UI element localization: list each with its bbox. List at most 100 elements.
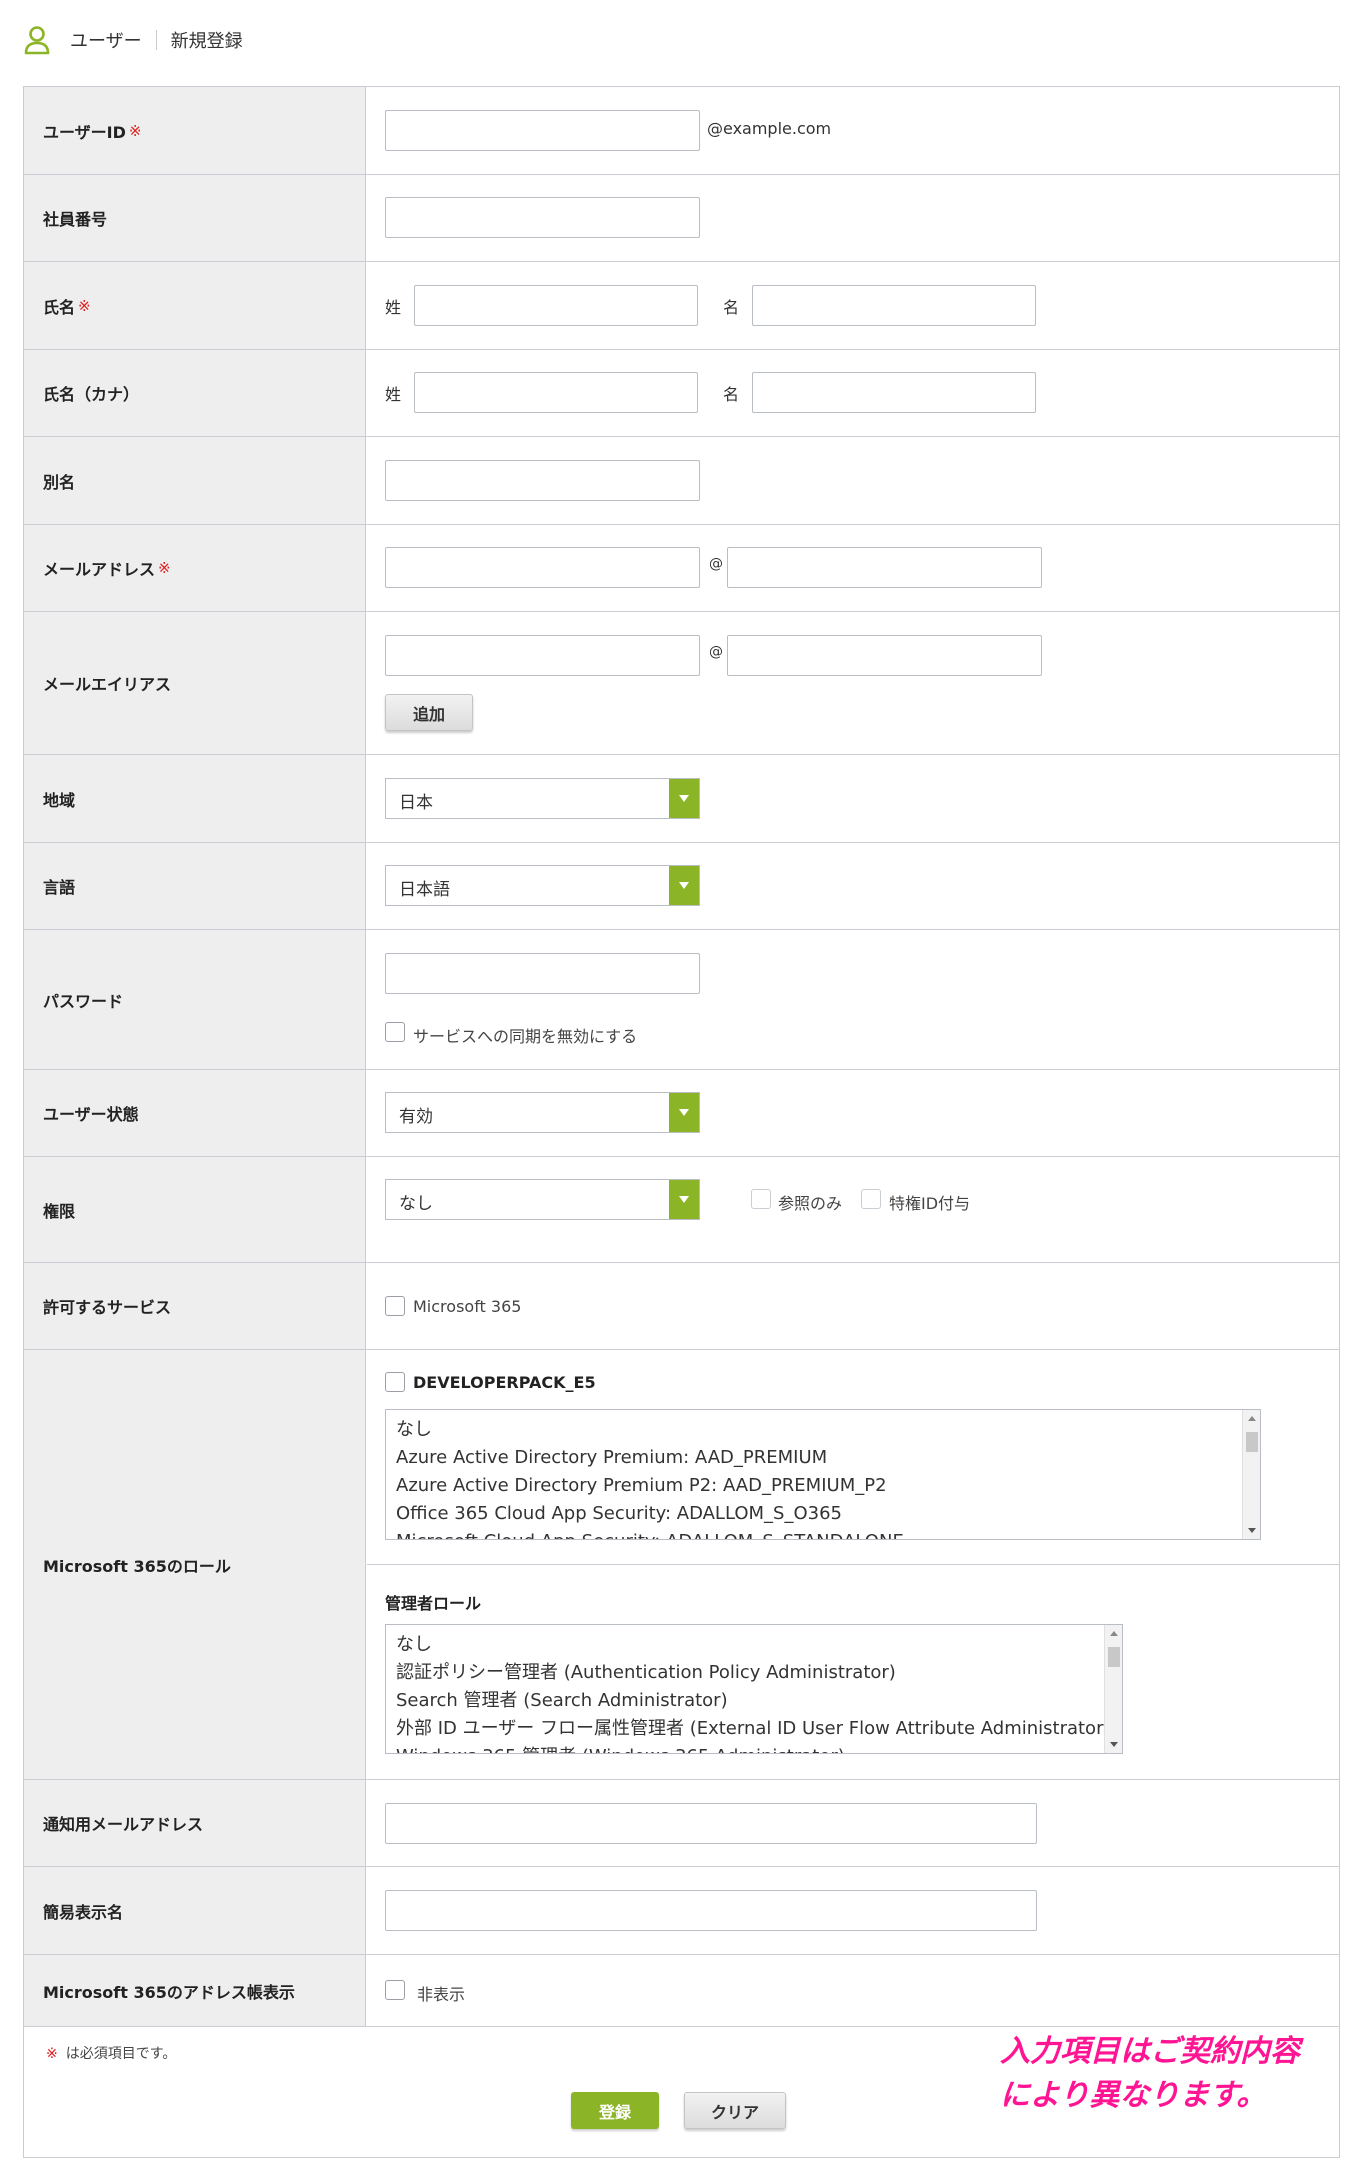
first-name-label: 名 [723,298,740,317]
language-label: 言語 [24,843,366,929]
user-id-input[interactable] [385,110,700,151]
breadcrumb: ユーザー 新規登録 [24,22,243,58]
list-item[interactable]: なし [386,1416,1260,1444]
region-select[interactable]: 日本 [385,778,700,819]
list-item[interactable]: 認証ポリシー管理者 (Authentication Policy Adminis… [386,1659,1122,1687]
list-item[interactable]: なし [386,1631,1122,1659]
display-name-input[interactable] [385,1890,1037,1931]
address-book-label: Microsoft 365のアドレス帳表示 [24,1955,366,2026]
row-m365-roles: Microsoft 365のロール DEVELOPERPACK_E5 なし Az… [24,1350,1339,1780]
row-name-kana: 氏名（カナ） 姓 名 [24,350,1339,437]
row-region: 地域 日本 [24,755,1339,843]
mail-alias-at-sign: @ [709,644,723,660]
user-icon [24,26,50,55]
user-id-label: ユーザーID ※ [24,87,366,174]
email-domain-input[interactable] [727,547,1042,588]
notify-email-input[interactable] [385,1803,1037,1844]
license-scrollbar[interactable] [1242,1410,1260,1539]
display-name-label: 簡易表示名 [24,1867,366,1954]
required-note: ※ は必須項目です。 [46,2046,177,2062]
email-label: メールアドレス ※ [24,525,366,611]
first-name-kana-label: 名 [723,385,740,404]
row-display-name: 簡易表示名 [24,1867,1339,1955]
chevron-down-icon [669,1180,699,1219]
chevron-down-icon [669,866,699,905]
mail-alias-local-input[interactable] [385,635,700,676]
microsoft-365-label[interactable]: Microsoft 365 [413,1297,521,1316]
last-name-label: 姓 [385,298,402,317]
chevron-down-icon [669,1093,699,1132]
privileged-id-checkbox[interactable] [861,1189,881,1209]
user-registration-form: ユーザーID ※ @example.com 社員番号 氏名 ※ 姓 名 氏名（カナ）… [23,86,1340,2158]
list-item[interactable]: Azure Active Directory Premium P2: AAD_P… [386,1472,1260,1500]
email-at-sign: @ [709,556,723,572]
read-only-label[interactable]: 参照のみ [778,1190,842,1214]
breadcrumb-divider [155,30,157,50]
admin-roles-scrollbar[interactable] [1104,1625,1122,1753]
hide-checkbox[interactable] [385,1980,405,2000]
list-item[interactable]: Office 365 Cloud App Security: ADALLOM_S… [386,1500,1260,1528]
last-name-input[interactable] [414,285,698,326]
privileged-id-label[interactable]: 特権ID付与 [889,1190,970,1214]
last-name-kana-input[interactable] [414,372,698,413]
row-notify-email: 通知用メールアドレス [24,1780,1339,1867]
password-input[interactable] [385,953,700,994]
password-label: パスワード [24,930,366,1069]
row-employee-no: 社員番号 [24,175,1339,262]
list-item[interactable]: 外部 ID ユーザー フロー属性管理者 (External ID User Fl… [386,1715,1122,1743]
user-state-label: ユーザー状態 [24,1070,366,1156]
list-item[interactable]: Azure Active Directory Premium: AAD_PREM… [386,1444,1260,1472]
page-title: 新規登録 [170,31,243,52]
mail-alias-label: メールエイリアス [24,612,366,754]
license-label[interactable]: DEVELOPERPACK_E5 [413,1373,596,1392]
clear-button[interactable]: クリア [684,2092,786,2129]
row-allowed-services: 許可するサービス Microsoft 365 [24,1263,1339,1350]
microsoft-365-checkbox[interactable] [385,1296,405,1316]
sync-disable-label[interactable]: サービスへの同期を無効にする [413,1023,637,1047]
admin-roles-listbox[interactable]: なし 認証ポリシー管理者 (Authentication Policy Admi… [385,1624,1123,1754]
contract-callout: 入力項目はご契約内容 により異なります。 [1000,2034,1300,2113]
register-button[interactable]: 登録 [571,2092,659,2129]
add-alias-button[interactable]: 追加 [385,694,473,731]
region-label: 地域 [24,755,366,842]
language-value: 日本語 [399,880,450,900]
employee-no-input[interactable] [385,197,700,238]
permission-label: 権限 [24,1157,366,1262]
allowed-services-label: 許可するサービス [24,1263,366,1349]
row-address-book: Microsoft 365のアドレス帳表示 非表示 [24,1955,1339,2027]
read-only-checkbox[interactable] [751,1189,771,1209]
m365-roles-label: Microsoft 365のロール [24,1350,366,1779]
license-listbox[interactable]: なし Azure Active Directory Premium: AAD_P… [385,1409,1261,1540]
last-name-kana-label: 姓 [385,385,402,404]
notify-email-label: 通知用メールアドレス [24,1780,366,1866]
row-alias: 別名 [24,437,1339,525]
permission-select[interactable]: なし [385,1179,700,1220]
list-item[interactable]: Microsoft Cloud App Security: ADALLOM_S_… [386,1528,1260,1539]
license-checkbox[interactable] [385,1372,405,1392]
list-item[interactable]: Windows 365 管理者 (Windows 365 Administrat… [386,1743,1122,1753]
row-mail-alias: メールエイリアス @ 追加 [24,612,1339,755]
region-value: 日本 [399,793,433,813]
user-state-select[interactable]: 有効 [385,1092,700,1133]
language-select[interactable]: 日本語 [385,865,700,906]
list-item[interactable]: Search 管理者 (Search Administrator) [386,1687,1122,1715]
row-password: パスワード サービスへの同期を無効にする [24,930,1339,1070]
sync-disable-checkbox[interactable] [385,1022,405,1042]
row-language: 言語 日本語 [24,843,1339,930]
first-name-kana-input[interactable] [752,372,1036,413]
row-user-id: ユーザーID ※ @example.com [24,87,1339,175]
name-label: 氏名 ※ [24,262,366,349]
user-id-domain: @example.com [707,119,832,138]
divider [367,1564,1339,1565]
name-kana-label: 氏名（カナ） [24,350,366,436]
email-local-input[interactable] [385,547,700,588]
row-name: 氏名 ※ 姓 名 [24,262,1339,350]
breadcrumb-section[interactable]: ユーザー [70,27,142,53]
alias-input[interactable] [385,460,700,501]
first-name-input[interactable] [752,285,1036,326]
row-user-state: ユーザー状態 有効 [24,1070,1339,1157]
employee-no-label: 社員番号 [24,175,366,261]
hide-label[interactable]: 非表示 [417,1981,465,2005]
admin-roles-heading: 管理者ロール [385,1594,482,1613]
mail-alias-domain-input[interactable] [727,635,1042,676]
